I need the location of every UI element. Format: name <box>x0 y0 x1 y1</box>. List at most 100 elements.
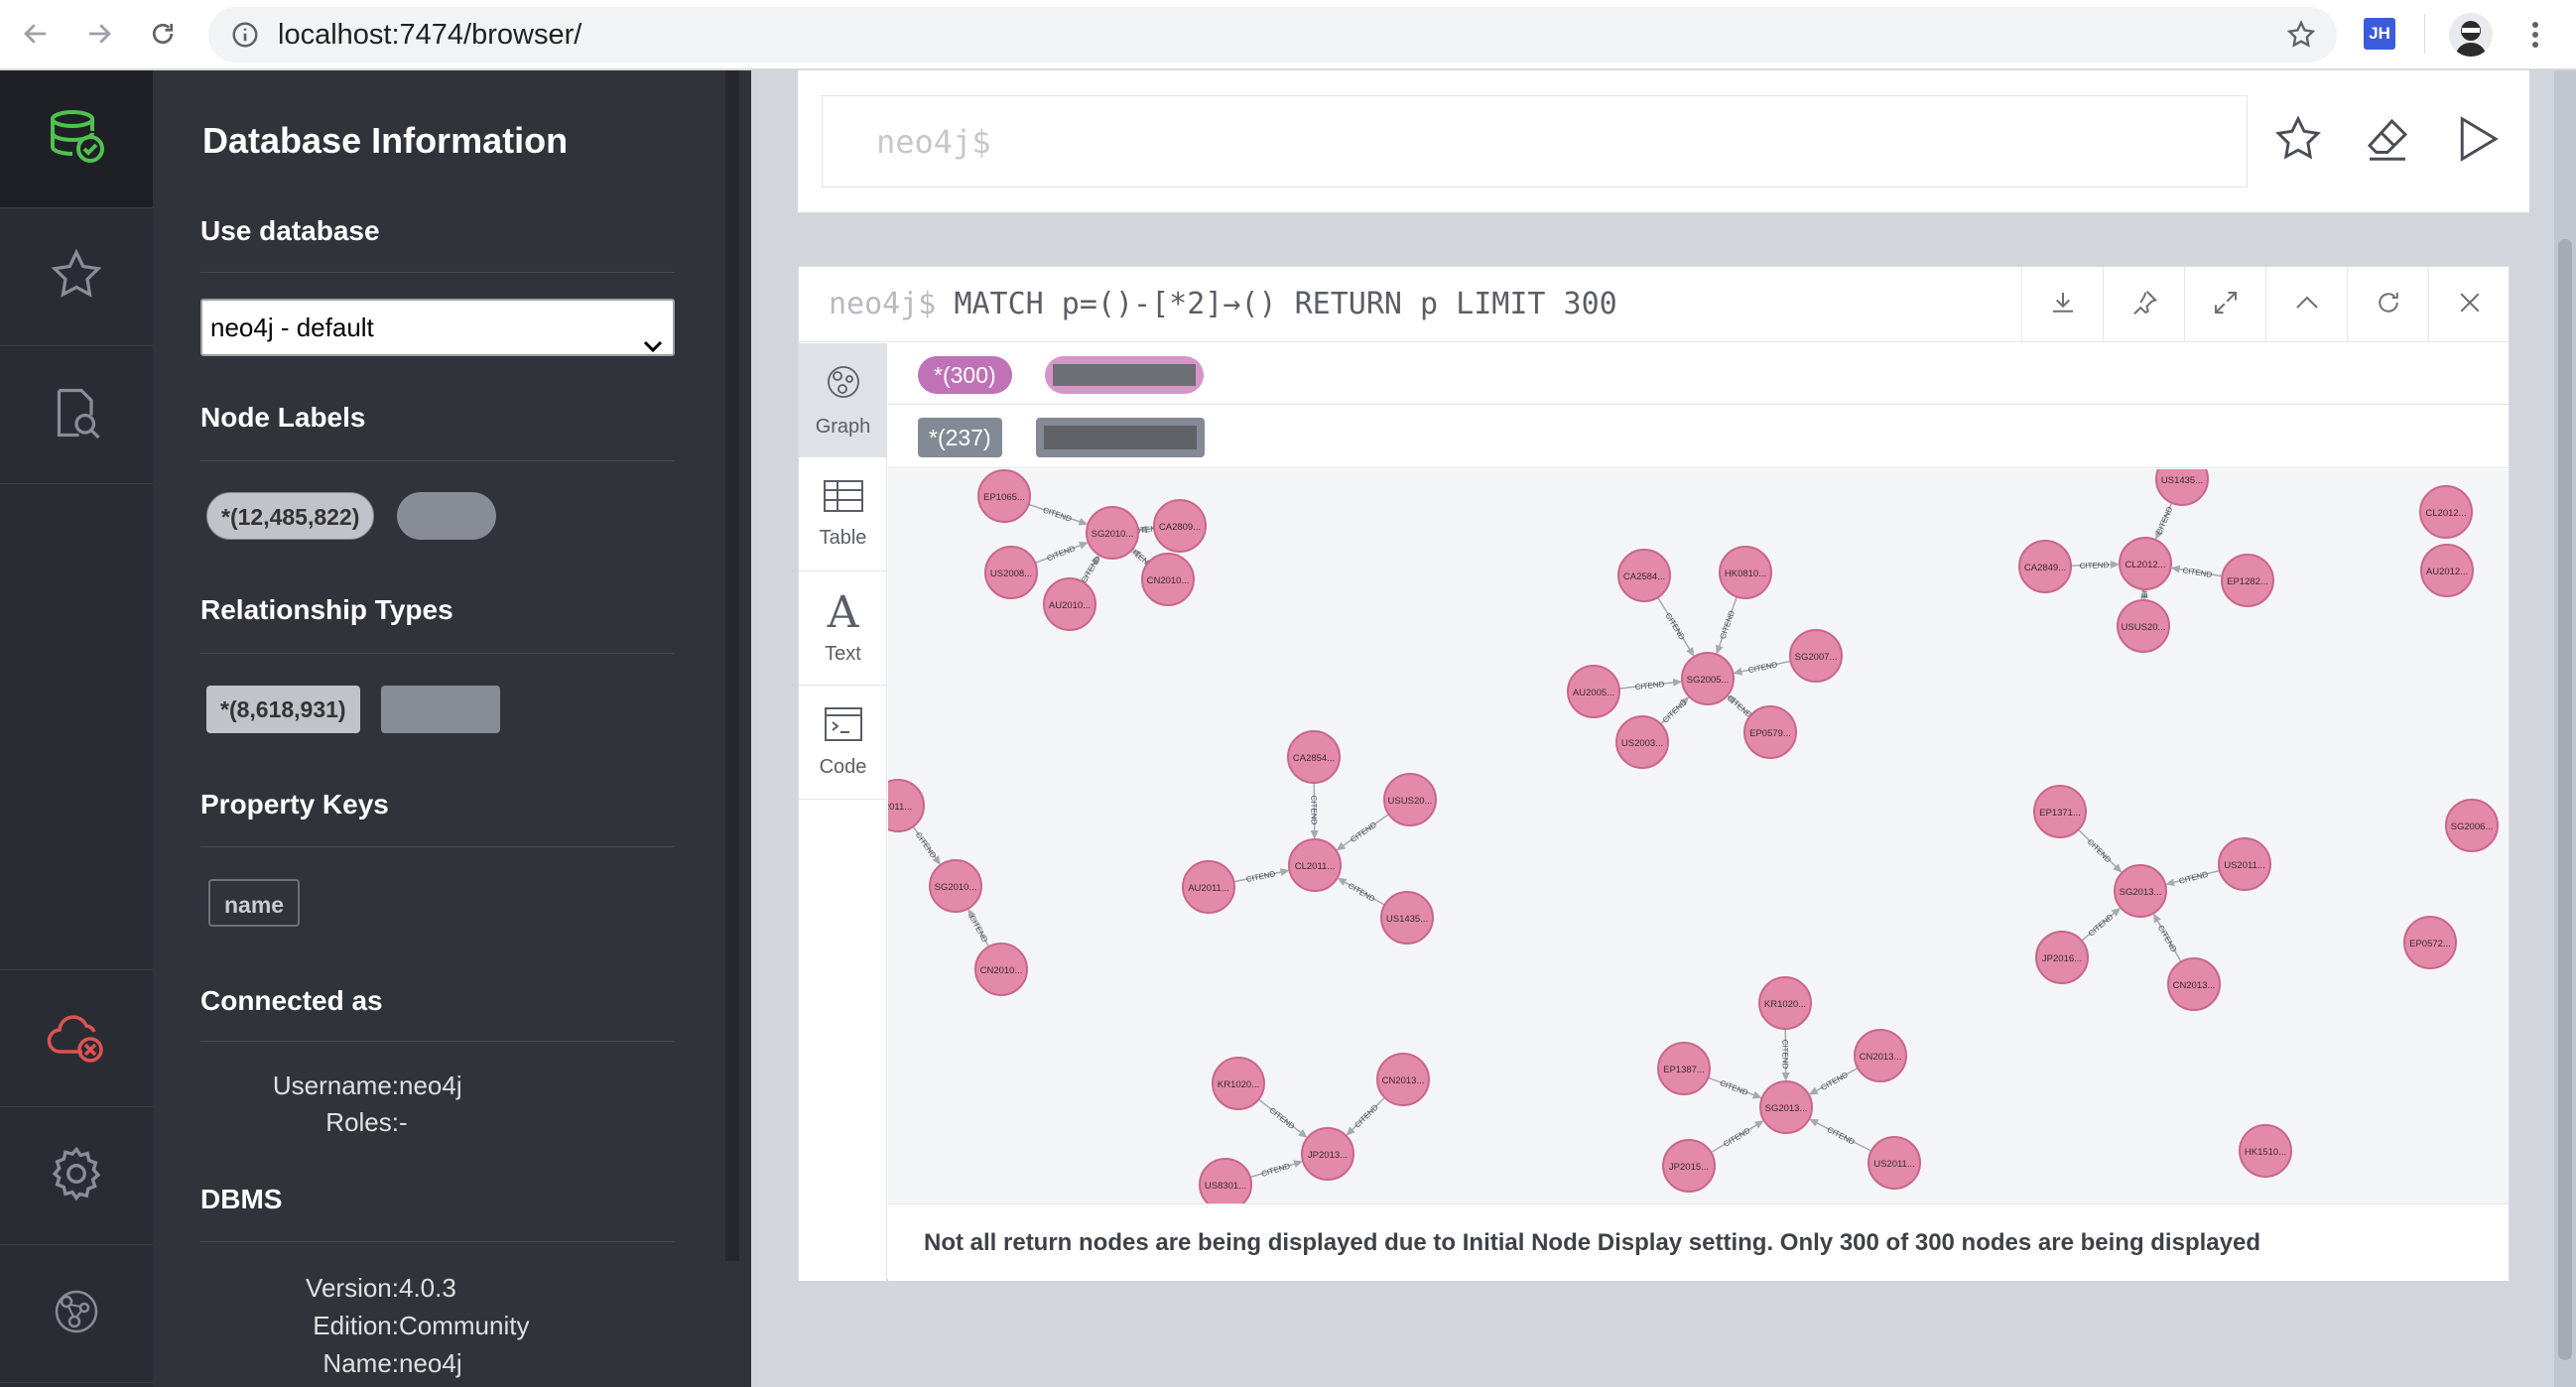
graph-node-label: CA2584... <box>1623 571 1665 582</box>
legend-rel-redacted[interactable] <box>1036 418 1205 457</box>
bookmark-star-icon[interactable] <box>2285 19 2317 56</box>
back-icon[interactable] <box>14 12 58 56</box>
profile-avatar[interactable] <box>2449 13 2493 57</box>
frame-query-text: MATCH p=()-[*2]→() RETURN p LIMIT 300 <box>954 287 1617 321</box>
url-text: localhost:7474/browser/ <box>278 19 582 51</box>
dbms-heading: DBMS <box>200 1184 283 1214</box>
browser-menu-icon[interactable] <box>2520 13 2550 57</box>
node-label-all-pill[interactable]: *(12,485,822) <box>206 492 375 540</box>
graph-node-label: SG2007... <box>1795 652 1838 663</box>
legend-rel-all[interactable]: *(237) <box>918 418 1002 457</box>
cypher-editor[interactable]: neo4j$ <box>822 95 2248 188</box>
graph-node-label: CL2011... <box>1295 861 1336 872</box>
collapse-button[interactable] <box>2265 267 2347 342</box>
relationship-arrowhead <box>2170 565 2181 573</box>
status-bar: Not all return nodes are being displayed… <box>888 1203 2509 1281</box>
frame-header: neo4j$ MATCH p=()-[*2]→() RETURN p LIMIT… <box>799 267 2509 342</box>
node-label-redacted-pill[interactable] <box>397 492 496 540</box>
main-scrollbar[interactable] <box>2554 70 2576 1387</box>
nav-settings[interactable] <box>0 1107 153 1245</box>
graph-canvas[interactable]: CITEND CITEND CITEND CITEND CITEND EP1065... C… <box>888 469 2509 1203</box>
nav-about[interactable] <box>0 1245 153 1383</box>
table-icon <box>823 479 864 519</box>
main-scrollbar-thumb[interactable] <box>2558 239 2572 1360</box>
extension-jh-icon[interactable]: JH <box>2364 18 2395 50</box>
property-key-name[interactable]: name <box>208 879 301 927</box>
relationship-label: CITEND <box>1634 680 1665 692</box>
graph-node-label: SG2006... <box>2451 821 2494 832</box>
toolbar-divider <box>2424 14 2425 54</box>
address-bar[interactable]: localhost:7474/browser/ <box>208 7 2337 63</box>
graph-node-label: CA2849... <box>2024 563 2066 573</box>
relationship-label: CITEND <box>2154 505 2174 536</box>
use-database-heading: Use database <box>200 215 380 246</box>
favorite-query-button[interactable] <box>2268 111 2328 171</box>
editor-panel: neo4j$ <box>798 70 2529 212</box>
view-switcher: Graph Table A Text Code <box>799 343 887 1281</box>
frame-query[interactable]: neo4j$ MATCH p=()-[*2]→() RETURN p LIMIT… <box>829 267 1617 342</box>
graph-node-label: US8301... <box>1205 1181 1246 1192</box>
fullscreen-button[interactable] <box>2184 267 2265 342</box>
browser-toolbar: localhost:7474/browser/ JH <box>0 0 2576 69</box>
download-button[interactable] <box>2021 267 2103 342</box>
view-graph-tab[interactable]: Graph <box>799 343 887 457</box>
relationship-type-all-tag[interactable]: *(8,618,931) <box>206 686 360 733</box>
run-query-button[interactable] <box>2448 111 2508 171</box>
relationship-type-redacted-tag[interactable] <box>381 686 500 733</box>
relationship-label: CITEND <box>1747 660 1778 675</box>
graph-node-label: US2011... <box>2224 860 2265 871</box>
nav-database-info[interactable] <box>0 70 153 208</box>
graph-node-label: CA2854... <box>1293 753 1335 764</box>
view-code-tab[interactable]: Code <box>799 686 887 800</box>
site-info-icon[interactable] <box>230 20 260 55</box>
graph-visualization[interactable]: CITEND CITEND CITEND CITEND CITEND EP1065... C… <box>888 469 2509 1203</box>
graph-node-label: US1435... <box>2161 475 2203 486</box>
drawer-scrollbar[interactable] <box>725 70 739 1261</box>
graph-node-label: US2003... <box>1621 738 1663 749</box>
graph-node-label: JP2015... <box>1669 1162 1709 1173</box>
refresh-icon <box>2374 288 2403 322</box>
graph-node-label: CN2010... <box>980 965 1023 976</box>
view-table-tab[interactable]: Table <box>799 457 887 571</box>
close-frame-button[interactable] <box>2428 267 2510 342</box>
graph-node-label: EP1065... <box>983 492 1025 503</box>
forward-icon[interactable] <box>77 12 121 56</box>
relationship-label: CITEND <box>1309 796 1318 825</box>
clear-editor-button[interactable] <box>2358 111 2417 171</box>
editor-prompt: neo4j$ <box>876 123 991 161</box>
relationship-label: CITEND <box>1661 697 1689 724</box>
graph-node-label: US2011... <box>1873 1159 1915 1170</box>
relationship-arrowhead <box>1686 647 1695 657</box>
nav-documents[interactable] <box>0 346 153 484</box>
legend-node-redacted[interactable] <box>1045 356 1204 394</box>
relationship-arrowhead <box>1279 868 1290 876</box>
edition-label: Edition: <box>313 1311 399 1340</box>
relationship-label: CITEND <box>1046 544 1077 563</box>
close-icon <box>2455 288 2485 322</box>
rerun-button[interactable] <box>2347 267 2428 342</box>
section-divider <box>200 846 675 847</box>
nav-favorites[interactable] <box>0 208 153 346</box>
relationship-label: CITEND <box>2086 837 2114 864</box>
relationship-label: CITEND <box>1819 1071 1850 1092</box>
database-check-icon <box>45 105 108 174</box>
database-select-value: neo4j - default <box>210 313 374 342</box>
database-select[interactable]: neo4j - default <box>200 299 675 356</box>
graph-node-label: CN2013... <box>1382 1075 1425 1086</box>
reload-icon[interactable] <box>141 12 185 56</box>
relationship-label: CITEND <box>1260 1162 1291 1179</box>
download-icon <box>2048 288 2078 322</box>
connected-as-heading: Connected as <box>200 985 383 1016</box>
nav-connection-status[interactable] <box>0 969 153 1107</box>
graph-node-label: CL2012... <box>2425 508 2466 519</box>
relationship-arrowhead <box>1733 667 1743 676</box>
view-text-tab[interactable]: A Text <box>799 571 887 686</box>
graph-node-label: AU2010... <box>1049 600 1091 611</box>
graph-node-label: SG2013... <box>2120 887 2162 898</box>
pin-button[interactable] <box>2103 267 2184 342</box>
graph-node-label: SG2010... <box>935 882 977 893</box>
legend-node-all[interactable]: *(300) <box>918 356 1012 394</box>
drawer-title: Database Information <box>202 120 569 161</box>
relationship-label: CITEND <box>2087 912 2116 938</box>
dbms-name-value: neo4j <box>399 1348 462 1378</box>
